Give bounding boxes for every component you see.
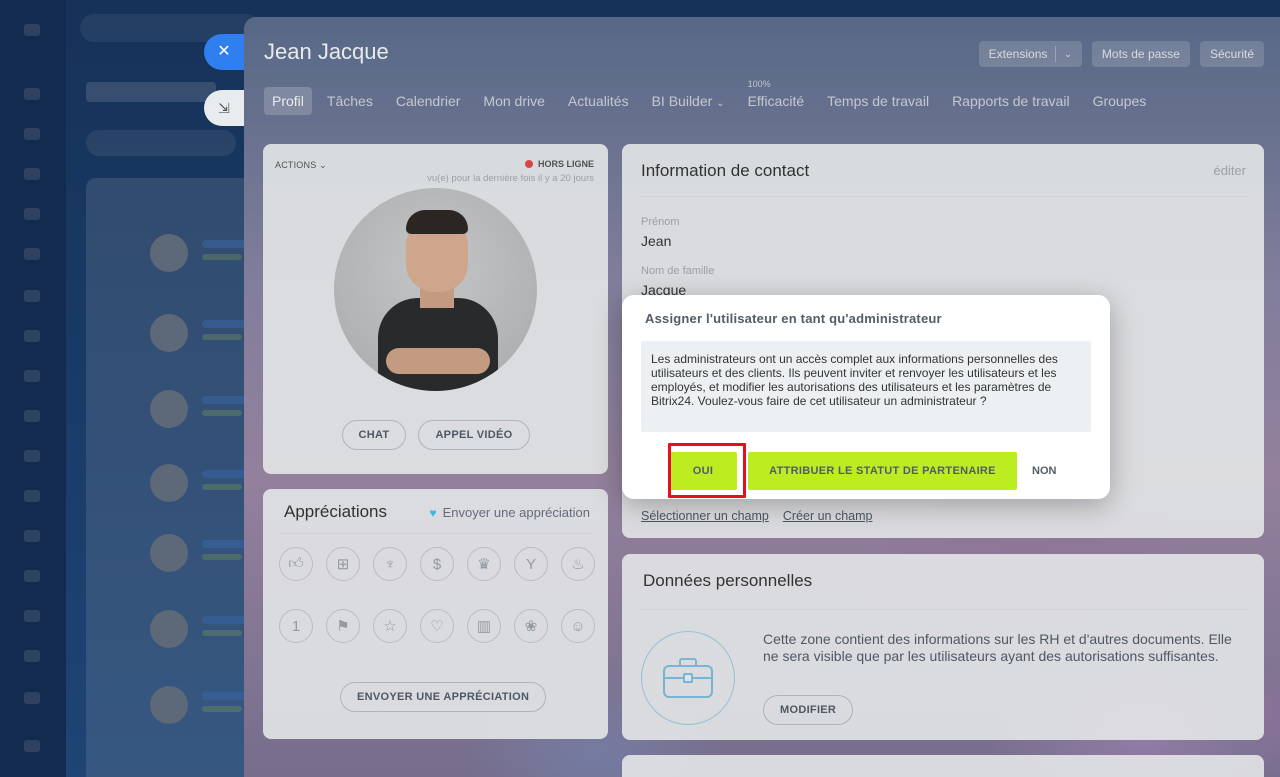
minimize-icon: ⇲ <box>218 100 230 116</box>
dialog-message: Les administrateurs ont un accès complet… <box>641 341 1091 432</box>
yes-button[interactable]: OUI <box>669 452 737 490</box>
assign-admin-dialog: Assigner l'utilisateur en tant qu'admini… <box>622 295 1110 499</box>
dialog-title: Assigner l'utilisateur en tant qu'admini… <box>645 311 942 326</box>
no-button[interactable]: NON <box>1029 465 1059 477</box>
assign-partner-button[interactable]: ATTRIBUER LE STATUT DE PARTENAIRE <box>748 452 1017 490</box>
close-icon: ✕ <box>217 43 231 60</box>
